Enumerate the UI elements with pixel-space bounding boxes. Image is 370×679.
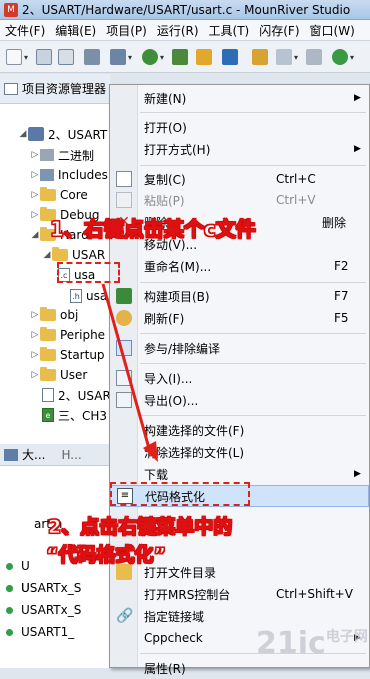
arrow-icon (101, 283, 158, 462)
annotation-step1: 1、右键点击某个c文件 (50, 217, 257, 242)
annotation-step2-line1: 2、点击右键菜单中的 (47, 516, 233, 539)
annotation-step2-line2: “代码格式化” (46, 544, 167, 567)
watermark-logo: 21ic电子网 (256, 626, 368, 661)
